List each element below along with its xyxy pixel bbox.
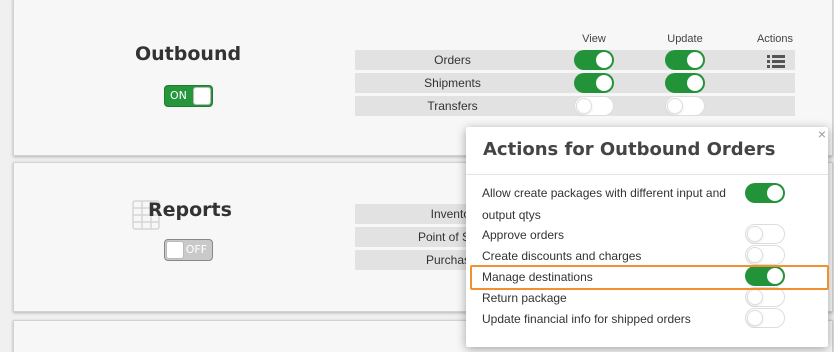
- transfers-view-toggle[interactable]: [574, 96, 614, 116]
- toggle-knob: [596, 75, 612, 91]
- reports-title: Reports: [148, 199, 232, 221]
- toggle-knob: [767, 185, 783, 201]
- toggle-knob: [667, 98, 683, 114]
- switch-knob: [193, 87, 211, 105]
- orders-view-toggle[interactable]: [574, 50, 614, 70]
- reports-row: Purchas: [355, 250, 470, 270]
- toggle-knob: [747, 226, 763, 242]
- permission-label: Shipments: [424, 76, 481, 90]
- toggle-knob: [747, 310, 763, 326]
- actions-modal: Actions for Outbound Orders × Allow crea…: [466, 126, 828, 347]
- column-header-view: View: [582, 33, 606, 45]
- reports-row: Point of S: [355, 227, 470, 247]
- reports-row: Invento: [355, 204, 470, 224]
- outbound-title: Outbound: [135, 43, 242, 65]
- modal-divider: [466, 174, 828, 175]
- orders-update-toggle[interactable]: [665, 50, 705, 70]
- column-header-update: Update: [667, 33, 703, 45]
- create-discounts-toggle[interactable]: [745, 245, 785, 265]
- outbound-switch-label: ON: [170, 89, 187, 102]
- action-label-create-discounts: Create discounts and charges: [482, 249, 642, 263]
- list-icon[interactable]: [767, 55, 785, 68]
- column-header-actions: Actions: [756, 33, 794, 45]
- allow-create-packages-toggle[interactable]: [745, 183, 785, 203]
- transfers-update-toggle[interactable]: [665, 96, 705, 116]
- reports-switch-label: OFF: [185, 243, 207, 256]
- toggle-knob: [687, 75, 703, 91]
- action-label-allow-create-packages: Allow create packages with different inp…: [482, 186, 726, 222]
- shipments-view-toggle[interactable]: [574, 73, 614, 93]
- action-label-return-package: Return package: [482, 291, 567, 305]
- reports-off-switch[interactable]: OFF: [164, 239, 213, 261]
- shipments-update-toggle[interactable]: [665, 73, 705, 93]
- approve-orders-toggle[interactable]: [745, 224, 785, 244]
- close-icon[interactable]: ×: [818, 126, 826, 142]
- toggle-knob: [747, 289, 763, 305]
- toggle-knob: [747, 247, 763, 263]
- toggle-knob: [576, 98, 592, 114]
- action-label-update-financial-info: Update financial info for shipped orders: [482, 312, 691, 326]
- toggle-knob: [687, 52, 703, 68]
- return-package-toggle[interactable]: [745, 287, 785, 307]
- toggle-knob: [596, 52, 612, 68]
- action-label-approve-orders: Approve orders: [482, 228, 565, 242]
- update-financial-info-toggle[interactable]: [745, 308, 785, 328]
- highlight-box: [470, 265, 829, 290]
- outbound-on-switch[interactable]: ON: [164, 85, 213, 107]
- modal-title: Actions for Outbound Orders: [483, 139, 776, 160]
- switch-knob: [166, 241, 184, 259]
- permission-label: Transfers: [427, 99, 478, 113]
- permission-label: Orders: [434, 53, 471, 67]
